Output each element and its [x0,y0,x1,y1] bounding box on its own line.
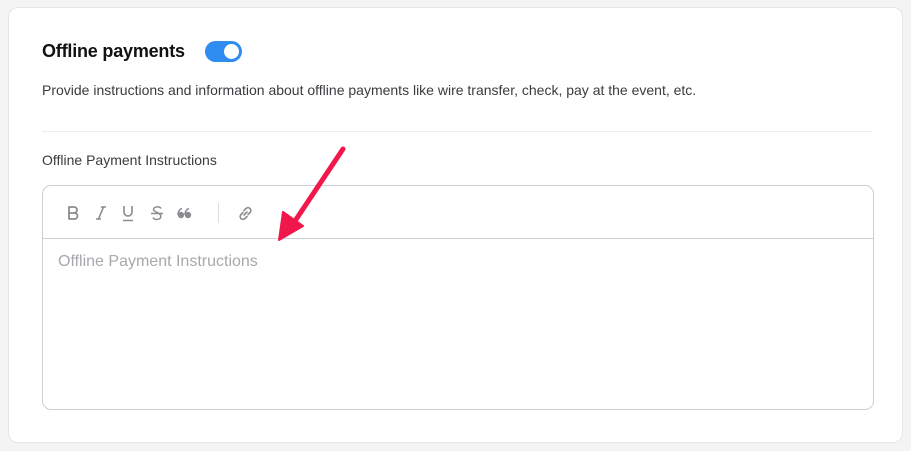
italic-icon [96,206,106,220]
offline-payments-card: Offline payments Provide instructions an… [8,7,903,443]
bold-icon [68,206,79,220]
section-title: Offline payments [42,41,185,61]
bold-button[interactable] [66,203,80,223]
underline-icon [123,205,133,221]
section-description: Provide instructions and information abo… [42,82,697,98]
field-label: Offline Payment Instructions [42,152,217,168]
toolbar-separator [218,203,219,223]
offline-payments-toggle[interactable] [204,41,242,62]
toggle-knob [223,44,239,59]
editor-placeholder: Offline Payment Instructions [58,253,258,270]
divider [42,131,873,132]
italic-button[interactable] [94,203,108,223]
strikethrough-button[interactable] [149,203,165,223]
quote-icon [176,207,191,219]
underline-button[interactable] [120,203,136,223]
editor-content-area[interactable]: Offline Payment Instructions [43,239,873,409]
editor-toolbar [43,186,873,239]
section-header: Offline payments [42,41,242,62]
strikethrough-icon [151,205,163,220]
quote-button[interactable] [176,203,192,223]
rich-text-editor: Offline Payment Instructions [42,185,874,410]
link-icon [238,206,252,220]
link-button[interactable] [236,203,254,223]
